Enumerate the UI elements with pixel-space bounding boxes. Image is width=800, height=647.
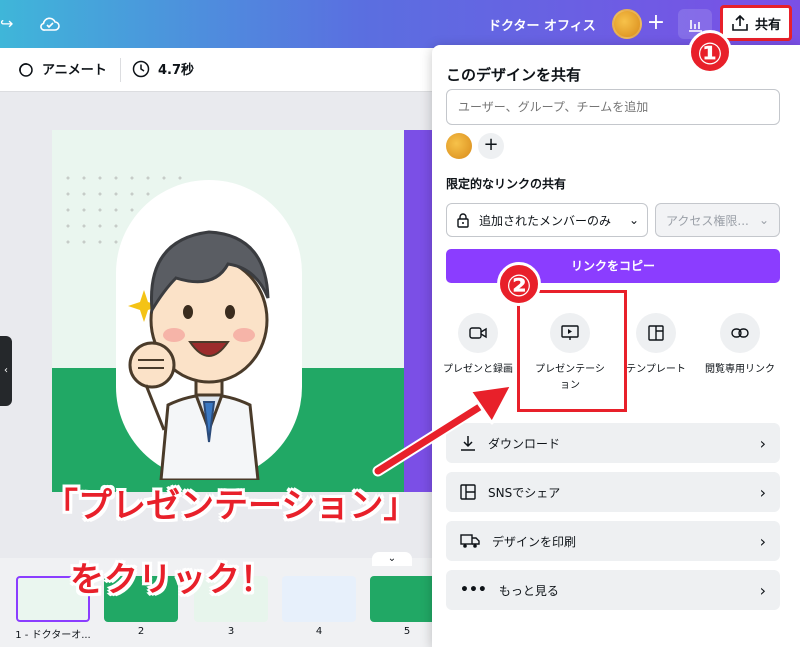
collapse-thumbnails-button[interactable]: ⌄ <box>372 552 412 566</box>
chevron-right-icon: › <box>759 531 766 551</box>
chevron-down-icon: ⌄ <box>758 213 769 227</box>
thumbnail-4[interactable] <box>282 576 356 622</box>
user-avatar[interactable] <box>612 9 642 39</box>
top-bar: ↪ ドクター オフィス + 共有 <box>0 0 800 48</box>
step-marker-2: ② <box>497 262 541 306</box>
permission-select-value: アクセス権限... <box>666 213 749 228</box>
animate-label: アニメート <box>42 63 107 78</box>
member-avatar[interactable] <box>446 133 472 159</box>
chevron-right-icon: › <box>759 580 766 600</box>
animate-button[interactable]: アニメート <box>16 59 107 78</box>
template-icon <box>636 313 676 353</box>
thumbnail-label: 2 <box>137 626 145 637</box>
share-button[interactable]: 共有 <box>720 5 792 41</box>
link-section-label: 限定的なリンクの共有 <box>446 177 567 191</box>
thumbnail-label: 1 - ドクターオ... <box>15 630 91 641</box>
thumbnail-label: 3 <box>227 626 235 637</box>
permission-select[interactable]: アクセス権限... ⌄ <box>655 203 780 237</box>
access-select-value: 追加されたメンバーのみ <box>479 213 612 228</box>
document-title[interactable]: ドクター オフィス <box>488 15 596 34</box>
share-button-label: 共有 <box>754 17 781 33</box>
social-icon <box>460 484 476 500</box>
instruction-callout: 「プレゼンテーション」 <box>44 486 418 526</box>
option-label: 閲覧専用リンク <box>705 364 775 375</box>
link-icon <box>720 313 760 353</box>
row-label: SNSでシェア <box>488 485 561 500</box>
thumbnail-label: 4 <box>315 626 323 637</box>
doctor-icon <box>128 230 270 482</box>
doctor-illustration[interactable] <box>116 180 302 482</box>
toolbar-divider <box>120 58 121 82</box>
row-label: もっと見る <box>498 583 559 598</box>
chevron-right-icon: › <box>759 482 766 502</box>
copy-link-button[interactable]: リンクをコピー <box>446 249 780 283</box>
row-label: デザインを印刷 <box>492 534 577 549</box>
upload-icon <box>732 14 748 31</box>
animate-icon <box>19 62 33 77</box>
more-row[interactable]: ••• もっと見る › <box>446 570 780 610</box>
add-collaborator-button[interactable]: + <box>643 10 669 36</box>
access-select[interactable]: 追加されたメンバーのみ ⌄ <box>446 203 648 237</box>
share-panel-title: このデザインを共有 <box>446 66 582 84</box>
more-icon: ••• <box>460 582 487 598</box>
truck-icon <box>460 534 480 548</box>
cloud-save-icon[interactable] <box>38 12 62 36</box>
add-people-input[interactable] <box>446 89 780 125</box>
pointer-arrow-icon <box>372 383 514 477</box>
highlight-box-presentation <box>517 290 627 412</box>
chevron-right-icon: › <box>759 433 766 453</box>
add-member-button[interactable]: + <box>478 133 504 159</box>
print-row[interactable]: デザインを印刷 › <box>446 521 780 561</box>
lock-icon <box>457 213 469 228</box>
step-marker-1: ① <box>688 30 732 74</box>
side-panel-toggle[interactable]: ‹ <box>0 336 12 406</box>
slide-canvas[interactable] <box>52 130 404 492</box>
back-arrow-icon[interactable]: ↪ <box>0 14 13 33</box>
instruction-callout: をクリック！ <box>70 560 274 600</box>
chevron-down-icon: ⌄ <box>628 213 639 227</box>
video-icon <box>458 313 498 353</box>
duration-label: 4.7秒 <box>158 63 195 78</box>
clock-icon <box>132 60 150 77</box>
view-only-link-option[interactable]: 閲覧専用リンク <box>694 313 786 378</box>
duration-button[interactable]: 4.7秒 <box>132 59 194 78</box>
